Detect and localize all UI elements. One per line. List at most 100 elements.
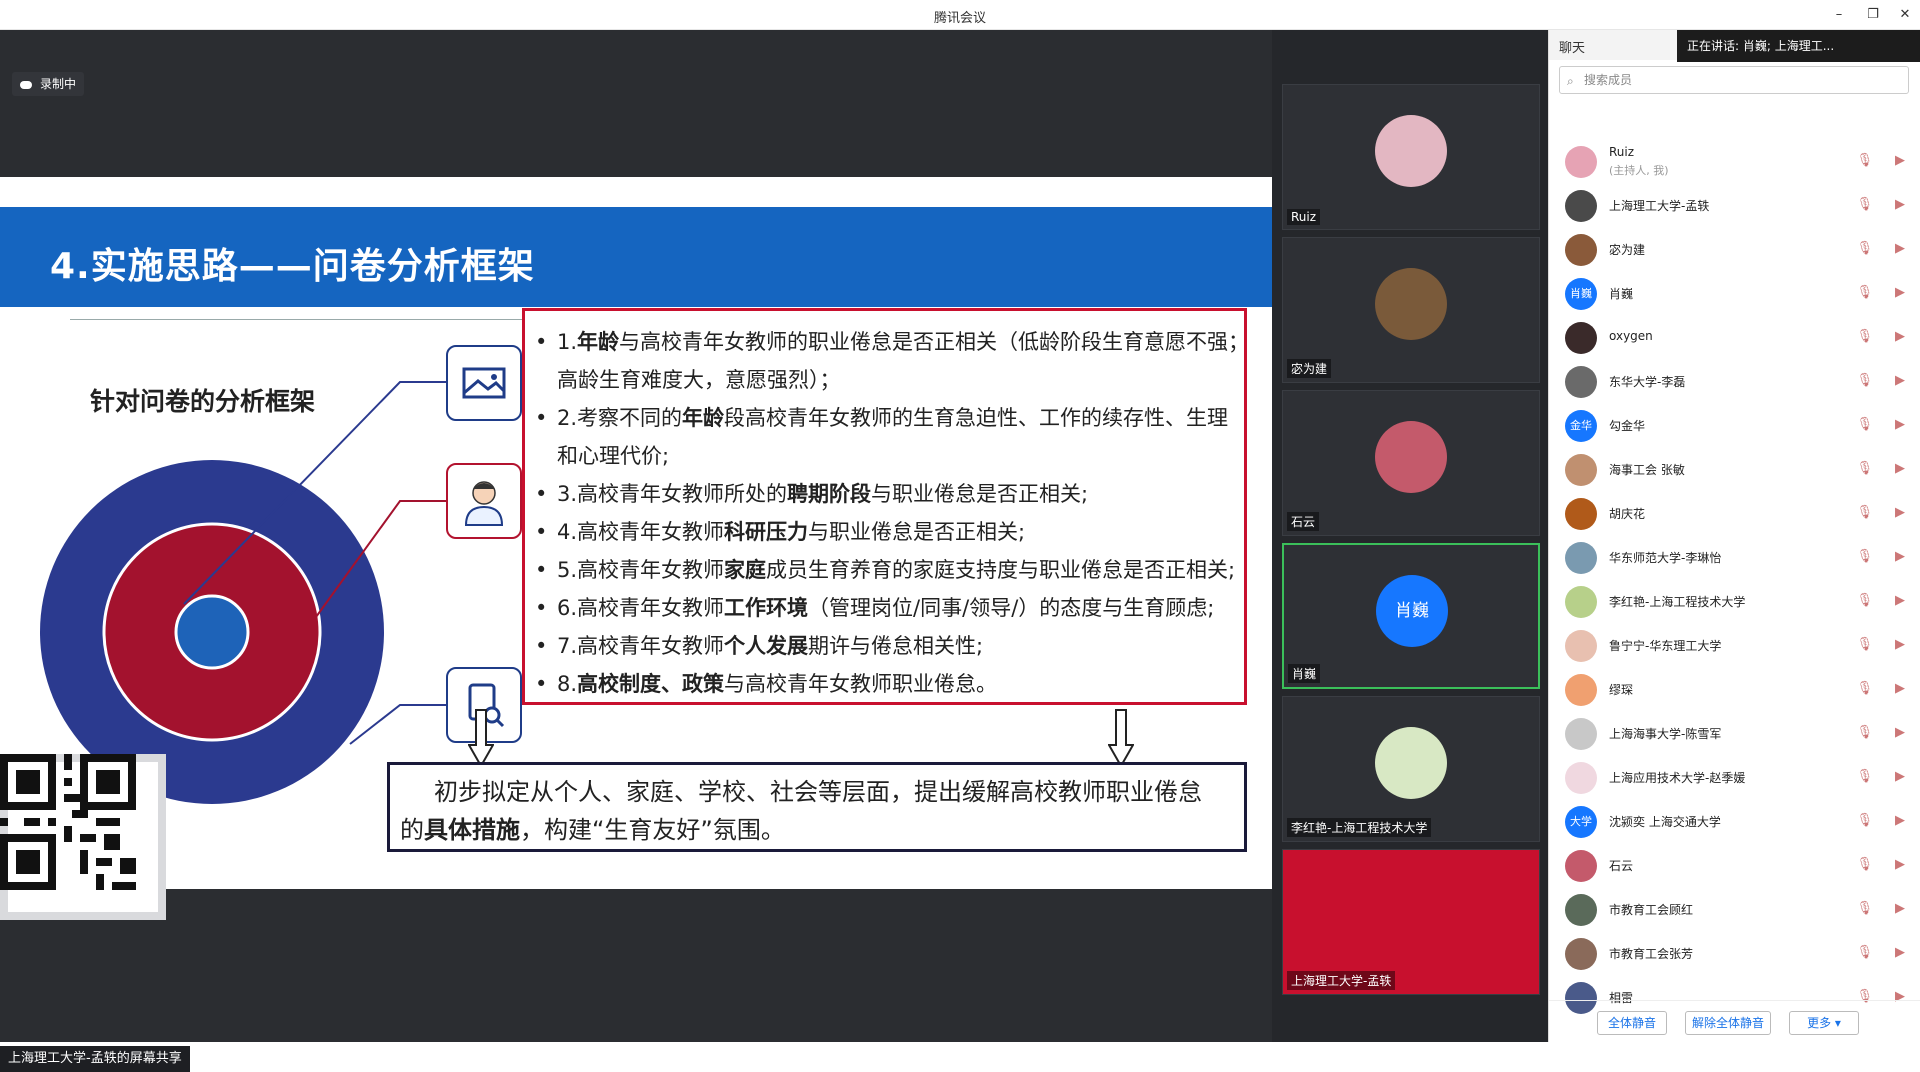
- camera-icon[interactable]: ▶: [1895, 373, 1905, 388]
- down-arrow-icon: [468, 709, 494, 767]
- camera-icon[interactable]: ▶: [1895, 241, 1905, 256]
- microphone-icon[interactable]: 🎙: [1856, 197, 1873, 212]
- microphone-icon[interactable]: 🎙: [1856, 901, 1873, 916]
- qr-code-icon: [0, 754, 136, 890]
- maximize-button[interactable]: ❐: [1858, 4, 1888, 26]
- microphone-icon[interactable]: 🎙: [1856, 725, 1873, 740]
- close-button[interactable]: ✕: [1890, 4, 1920, 26]
- microphone-icon[interactable]: 🎙: [1856, 329, 1873, 344]
- avatar: [1565, 146, 1597, 178]
- microphone-icon[interactable]: 🎙: [1856, 593, 1873, 608]
- member-row[interactable]: 金华 勾金华 🎙 ▶: [1549, 404, 1920, 448]
- member-row[interactable]: oxygen 🎙 ▶: [1549, 316, 1920, 360]
- microphone-icon[interactable]: 🎙: [1856, 153, 1873, 168]
- microphone-icon[interactable]: 🎙: [1856, 417, 1873, 432]
- camera-icon[interactable]: ▶: [1895, 285, 1905, 300]
- list-item: • 4.高校青年女教师科研压力与职业倦怠是否正相关;: [535, 520, 1026, 544]
- camera-icon[interactable]: ▶: [1895, 945, 1905, 960]
- member-name: 上海理工大学-孟轶: [1609, 199, 1710, 213]
- member-name: 华东师范大学-李琳怡: [1609, 551, 1722, 565]
- avatar: [1565, 234, 1597, 266]
- qr-code: [0, 754, 166, 920]
- member-role: (主持人, 我): [1609, 164, 1669, 177]
- more-button[interactable]: 更多 ▾: [1789, 1011, 1859, 1035]
- member-row[interactable]: 市教育工会顾红 🎙 ▶: [1549, 888, 1920, 932]
- member-row[interactable]: 缪琛 🎙 ▶: [1549, 668, 1920, 712]
- video-tile-active[interactable]: 肖巍 肖巍: [1282, 543, 1540, 689]
- microphone-icon[interactable]: 🎙: [1856, 857, 1873, 872]
- microphone-icon[interactable]: 🎙: [1856, 813, 1873, 828]
- minimize-button[interactable]: –: [1824, 4, 1854, 26]
- member-panel: 聊天 正在讲话: 肖巍; 上海理工... ⌕ 搜索成员 Ruiz (主持人, 我) 🎙…: [1548, 30, 1920, 1042]
- camera-icon[interactable]: ▶: [1895, 725, 1905, 740]
- member-row[interactable]: 上海理工大学-孟轶 🎙 ▶: [1549, 184, 1920, 228]
- microphone-icon[interactable]: 🎙: [1856, 285, 1873, 300]
- microphone-icon[interactable]: 🎙: [1856, 241, 1873, 256]
- camera-icon[interactable]: ▶: [1895, 681, 1905, 696]
- microphone-icon[interactable]: 🎙: [1856, 945, 1873, 960]
- camera-icon[interactable]: ▶: [1895, 593, 1905, 608]
- camera-icon[interactable]: ▶: [1895, 461, 1905, 476]
- member-row[interactable]: 肖巍 肖巍 🎙 ▶: [1549, 272, 1920, 316]
- camera-icon[interactable]: ▶: [1895, 153, 1905, 168]
- camera-icon[interactable]: ▶: [1895, 197, 1905, 212]
- member-row[interactable]: 宓为建 🎙 ▶: [1549, 228, 1920, 272]
- video-tile[interactable]: 宓为建: [1282, 237, 1540, 383]
- microphone-icon[interactable]: 🎙: [1856, 769, 1873, 784]
- video-tile[interactable]: 上海理工大学-孟轶: [1282, 849, 1540, 995]
- camera-icon[interactable]: ▶: [1895, 857, 1905, 872]
- microphone-icon[interactable]: 🎙: [1856, 681, 1873, 696]
- member-name: 鲁宁宁-华东理工大学: [1609, 639, 1722, 653]
- conclusion-line-1: 初步拟定从个人、家庭、学校、社会等层面，提出缓解高校教师职业倦怠: [434, 778, 1202, 806]
- member-row[interactable]: 海事工会 张敏 🎙 ▶: [1549, 448, 1920, 492]
- avatar: [1565, 586, 1597, 618]
- avatar: 肖巍: [1565, 278, 1597, 310]
- member-name: 石云: [1609, 859, 1634, 873]
- member-row[interactable]: 华东师范大学-李琳怡 🎙 ▶: [1549, 536, 1920, 580]
- video-tile[interactable]: 石云: [1282, 390, 1540, 536]
- video-tile[interactable]: 李红艳-上海工程技术大学: [1282, 696, 1540, 842]
- video-tile[interactable]: Ruiz: [1282, 84, 1540, 230]
- member-row[interactable]: 东华大学-李磊 🎙 ▶: [1549, 360, 1920, 404]
- member-row[interactable]: 胡庆花 🎙 ▶: [1549, 492, 1920, 536]
- camera-icon[interactable]: ▶: [1895, 329, 1905, 344]
- avatar: 肖巍: [1376, 575, 1448, 647]
- camera-icon[interactable]: ▶: [1895, 637, 1905, 652]
- tab-chat[interactable]: 聊天: [1559, 37, 1585, 56]
- microphone-icon[interactable]: 🎙: [1856, 373, 1873, 388]
- list-item: • 2.考察不同的年龄段高校青年女教师的生育急迫性、工作的续存性、生理: [535, 406, 1229, 430]
- camera-icon[interactable]: ▶: [1895, 769, 1905, 784]
- avatar: [1565, 190, 1597, 222]
- member-row[interactable]: 上海应用技术大学-赵季媛 🎙 ▶: [1549, 756, 1920, 800]
- avatar: [1565, 762, 1597, 794]
- member-name: 肖巍: [1609, 287, 1634, 301]
- mute-all-button[interactable]: 全体静音: [1597, 1011, 1667, 1035]
- unmute-all-button[interactable]: 解除全体静音: [1685, 1011, 1771, 1035]
- member-row[interactable]: 大学 沈颍奕 上海交通大学 🎙 ▶: [1549, 800, 1920, 844]
- member-row[interactable]: 石云 🎙 ▶: [1549, 844, 1920, 888]
- member-row[interactable]: 李红艳-上海工程技术大学 🎙 ▶: [1549, 580, 1920, 624]
- microphone-icon[interactable]: 🎙: [1856, 461, 1873, 476]
- avatar: [1565, 718, 1597, 750]
- video-name: Ruiz: [1287, 209, 1321, 225]
- recording-indicator[interactable]: 录制中: [12, 72, 85, 96]
- camera-icon[interactable]: ▶: [1895, 505, 1905, 520]
- member-name: Ruiz: [1609, 145, 1635, 159]
- camera-icon[interactable]: ▶: [1895, 417, 1905, 432]
- member-row[interactable]: 市教育工会张芳 🎙 ▶: [1549, 932, 1920, 976]
- microphone-icon[interactable]: 🎙: [1856, 637, 1873, 652]
- member-name: 宓为建: [1609, 243, 1646, 257]
- screen-share-label[interactable]: 上海理工大学-孟轶的屏幕共享: [0, 1046, 190, 1072]
- camera-icon[interactable]: ▶: [1895, 901, 1905, 916]
- title-bar: 腾讯会议 – ❐ ✕: [0, 0, 1920, 30]
- microphone-icon[interactable]: 🎙: [1856, 505, 1873, 520]
- camera-icon[interactable]: ▶: [1895, 549, 1905, 564]
- member-row[interactable]: 鲁宁宁-华东理工大学 🎙 ▶: [1549, 624, 1920, 668]
- search-input[interactable]: ⌕ 搜索成员: [1559, 66, 1909, 94]
- member-row[interactable]: Ruiz (主持人, 我) 🎙 ▶: [1549, 140, 1920, 184]
- avatar: [1565, 674, 1597, 706]
- camera-icon[interactable]: ▶: [1895, 813, 1905, 828]
- member-name: 缪琛: [1609, 683, 1634, 697]
- member-row[interactable]: 上海海事大学-陈雪军 🎙 ▶: [1549, 712, 1920, 756]
- microphone-icon[interactable]: 🎙: [1856, 549, 1873, 564]
